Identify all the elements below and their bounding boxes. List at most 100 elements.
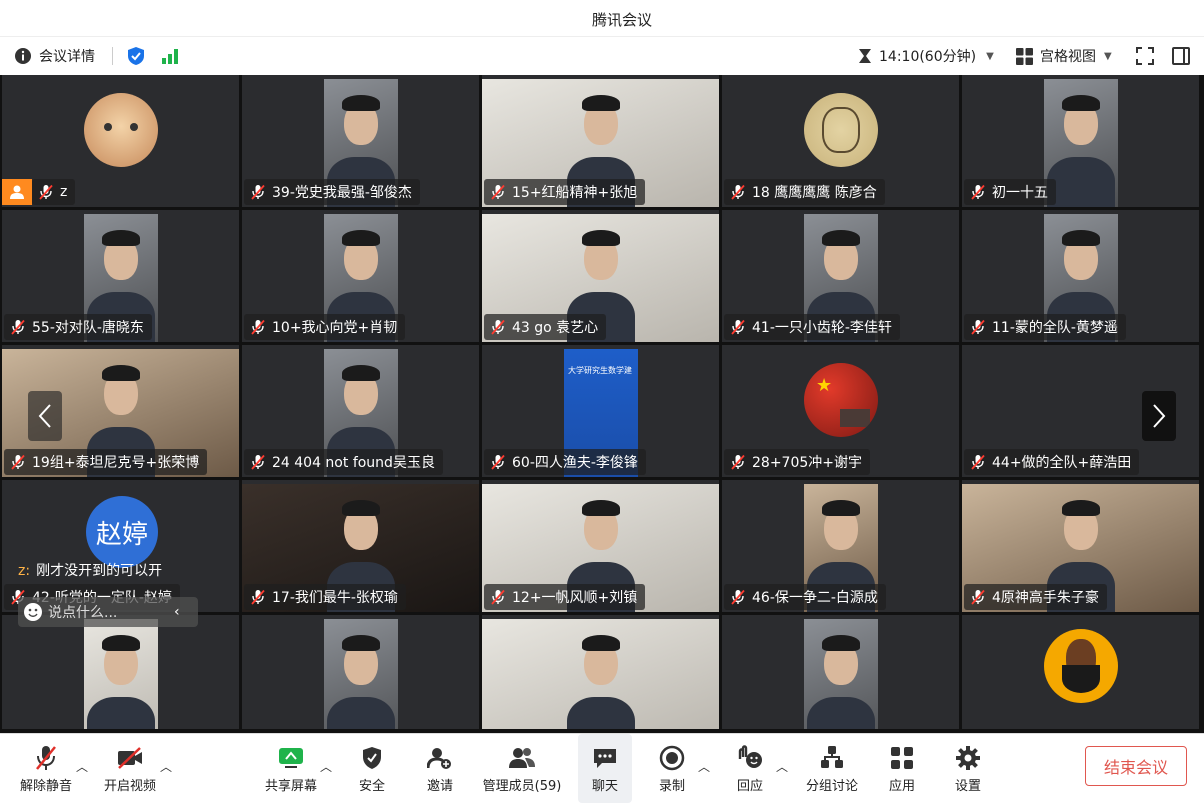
chat-quick-input[interactable]: 说点什么... ‹: [18, 597, 198, 627]
chat-button[interactable]: 聊天: [578, 734, 632, 803]
breakout-rooms-label: 分组讨论: [805, 779, 858, 794]
participant-tile[interactable]: 18 鹰鹰鹰鹰 陈彦合: [722, 75, 959, 207]
reactions-options-icon[interactable]: ︿: [776, 758, 788, 775]
participant-tile[interactable]: 初一十五: [962, 75, 1199, 207]
participant-name-label: 17-我们最牛-张权瑜: [244, 584, 406, 610]
participant-tile[interactable]: 赵婷42-听党的一定队-赵婷: [2, 480, 239, 612]
microphone-muted-icon: [491, 319, 505, 335]
meeting-toolbar: 解除静音 ︿ 开启视频 ︿ 共享屏幕 ︿ 安全 邀请 管理成员(59) 聊天 录…: [0, 733, 1204, 803]
timer-dropdown-icon[interactable]: ▼: [986, 51, 994, 62]
participant-name-label: 15+红船精神+张旭: [484, 179, 646, 205]
participant-tile[interactable]: [242, 615, 479, 729]
participant-tile[interactable]: [2, 615, 239, 729]
record-button[interactable]: 录制: [650, 734, 694, 803]
microphone-muted-icon: [971, 589, 985, 605]
chat-label: 聊天: [591, 779, 618, 794]
participant-video: [482, 619, 719, 729]
chevron-right-icon: [1153, 404, 1166, 428]
participant-tile[interactable]: 55-对对队-唐晓东: [2, 210, 239, 342]
microphone-muted-icon: [731, 184, 745, 200]
participant-tile[interactable]: 39-党史我最强-邹俊杰: [242, 75, 479, 207]
reactions-button[interactable]: 回应: [728, 734, 772, 803]
microphone-muted-icon: [971, 319, 985, 335]
participant-tile[interactable]: 24 404 not found吴玉良: [242, 345, 479, 477]
record-options-icon[interactable]: ︿: [698, 758, 710, 775]
end-meeting-button[interactable]: 结束会议: [1085, 746, 1187, 786]
manage-members-button[interactable]: 管理成员(59): [478, 734, 566, 803]
settings-label: 设置: [954, 779, 981, 794]
participant-tile[interactable]: 15+红船精神+张旭: [482, 75, 719, 207]
grid-view-icon: [1016, 47, 1033, 65]
fullscreen-icon[interactable]: [1136, 37, 1154, 75]
avatar: [804, 93, 878, 167]
participant-tile[interactable]: z: [2, 75, 239, 207]
apps-button[interactable]: 应用: [880, 734, 924, 803]
participant-name: 55-对对队-唐晓东: [32, 320, 144, 336]
participant-tile[interactable]: [482, 615, 719, 729]
next-page-button[interactable]: [1142, 391, 1176, 441]
user-icon: [10, 185, 24, 199]
microphone-muted-icon: [36, 746, 56, 770]
microphone-muted-icon: [971, 454, 985, 470]
signal-strength-icon[interactable]: [161, 37, 179, 75]
participant-tile[interactable]: 4原神高手朱子豪: [962, 480, 1199, 612]
invite-button[interactable]: 邀请: [418, 734, 462, 803]
meeting-details-button[interactable]: 会议详情: [14, 37, 95, 75]
participant-tile[interactable]: [962, 615, 1199, 729]
video-options-icon[interactable]: ︿: [160, 758, 172, 775]
participant-tile[interactable]: 41-一只小齿轮-李佳轩: [722, 210, 959, 342]
unmute-label: 解除静音: [19, 779, 72, 794]
microphone-muted-icon: [731, 589, 745, 605]
share-options-icon[interactable]: ︿: [320, 758, 332, 775]
view-mode-button[interactable]: 宫格视图 ▼: [1016, 37, 1112, 75]
participant-name: 44+做的全队+薛浩田: [992, 455, 1132, 471]
microphone-muted-icon: [251, 589, 265, 605]
participant-name: 11-蒙的全队-黄梦遥: [992, 320, 1118, 336]
participant-name-label: 10+我心向党+肖韧: [244, 314, 406, 340]
manage-members-label: 管理成员(59): [482, 779, 562, 794]
participant-name: 19组+泰坦尼克号+张荣博: [32, 455, 200, 471]
chevron-left-icon[interactable]: ‹: [174, 604, 198, 620]
share-screen-label: 共享屏幕: [264, 779, 317, 794]
participant-tile[interactable]: [722, 615, 959, 729]
previous-page-button[interactable]: [28, 391, 62, 441]
timer-text: 14:10(60分钟): [879, 49, 977, 65]
settings-button[interactable]: 设置: [946, 734, 990, 803]
participant-tile[interactable]: 大学研究生数学建 60-四人渔夫-李俊锋: [482, 345, 719, 477]
sidebar-toggle-icon[interactable]: [1172, 37, 1190, 75]
meeting-details-label: 会议详情: [39, 49, 95, 65]
microphone-muted-icon: [11, 319, 25, 335]
participant-tile[interactable]: 43 go 袁艺心: [482, 210, 719, 342]
start-video-button[interactable]: 开启视频: [98, 734, 162, 803]
participant-tile[interactable]: 17-我们最牛-张权瑜: [242, 480, 479, 612]
avatar: 赵婷: [86, 496, 158, 568]
view-mode-label: 宫格视图: [1040, 49, 1096, 65]
participant-tile[interactable]: 11-蒙的全队-黄梦遥: [962, 210, 1199, 342]
share-screen-icon: [279, 748, 303, 768]
participant-name: 43 go 袁艺心: [512, 320, 599, 336]
chevron-down-icon: ▼: [1104, 50, 1112, 62]
meeting-timer[interactable]: 14:10(60分钟) ▼: [858, 37, 994, 75]
shield-icon: [363, 747, 381, 769]
emoji-icon[interactable]: [18, 602, 48, 622]
microphone-muted-icon: [491, 454, 505, 470]
participant-tile[interactable]: 10+我心向党+肖韧: [242, 210, 479, 342]
breakout-rooms-button[interactable]: 分组讨论: [800, 734, 864, 803]
security-shield-icon[interactable]: [126, 37, 146, 75]
participant-name-label: 19组+泰坦尼克号+张荣博: [4, 449, 208, 475]
unmute-button[interactable]: 解除静音: [14, 734, 78, 803]
participant-name-label: 28+705冲+谢宇: [724, 449, 870, 475]
participant-name-label: 46-保一争二-白源成: [724, 584, 886, 610]
avatar-initials: 赵婷: [95, 519, 148, 550]
microphone-muted-icon: [11, 454, 25, 470]
security-button[interactable]: 安全: [350, 734, 394, 803]
share-screen-button[interactable]: 共享屏幕: [258, 734, 324, 803]
participant-name-label: 41-一只小齿轮-李佳轩: [724, 314, 900, 340]
participant-tile[interactable]: 46-保一争二-白源成: [722, 480, 959, 612]
participant-tile[interactable]: 12+一帆风顺+刘镇: [482, 480, 719, 612]
audio-options-icon[interactable]: ︿: [76, 758, 88, 775]
microphone-muted-icon: [491, 184, 505, 200]
participant-tile[interactable]: ★ 28+705冲+谢宇: [722, 345, 959, 477]
avatar: ★: [804, 363, 878, 437]
participant-name-label: 18 鹰鹰鹰鹰 陈彦合: [724, 179, 885, 205]
